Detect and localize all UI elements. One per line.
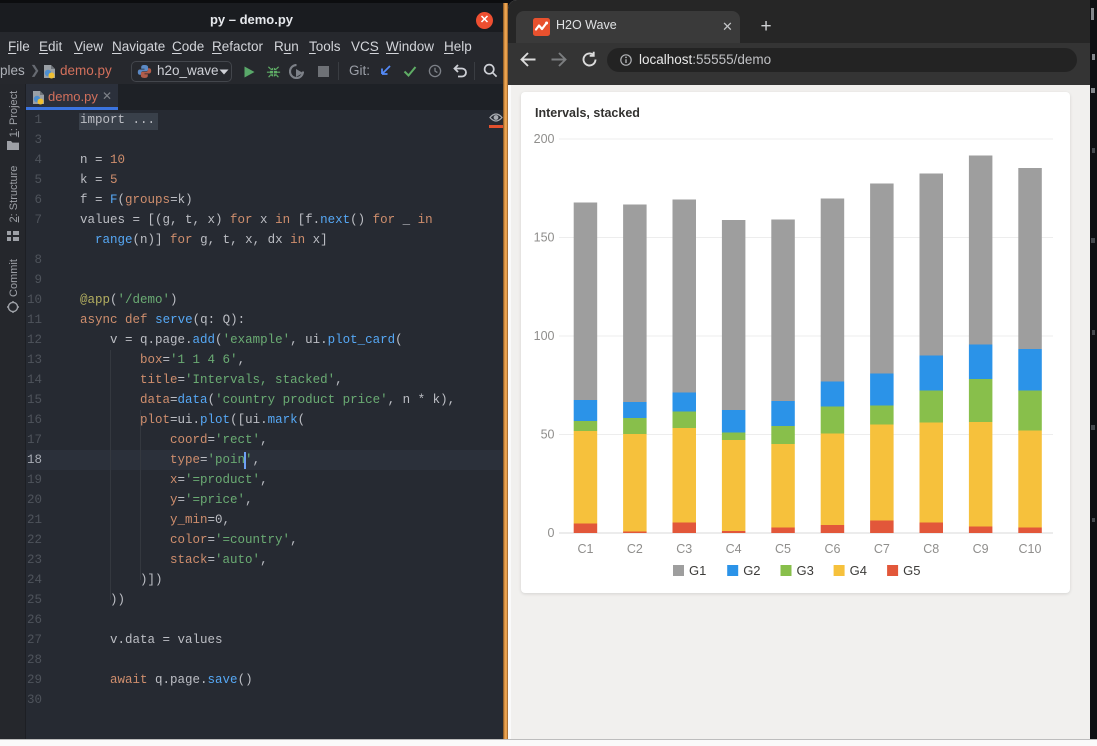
svg-text:C2: C2 <box>627 542 643 556</box>
svg-text:C8: C8 <box>923 542 939 556</box>
svg-text:C9: C9 <box>973 542 989 556</box>
svg-text:G1: G1 <box>689 563 706 578</box>
svg-text:C1: C1 <box>578 542 594 556</box>
svg-text:150: 150 <box>534 231 555 245</box>
svg-text:G3: G3 <box>797 563 814 578</box>
svg-text:C6: C6 <box>825 542 841 556</box>
svg-text:100: 100 <box>534 329 555 343</box>
svg-text:C7: C7 <box>874 542 890 556</box>
svg-text:C3: C3 <box>676 542 692 556</box>
svg-text:G2: G2 <box>743 563 760 578</box>
svg-text:C4: C4 <box>726 542 742 556</box>
svg-text:G4: G4 <box>850 563 867 578</box>
svg-text:C10: C10 <box>1019 542 1042 556</box>
svg-text:50: 50 <box>541 428 555 442</box>
svg-text:G5: G5 <box>903 563 920 578</box>
svg-text:C5: C5 <box>775 542 791 556</box>
svg-text:0: 0 <box>548 526 555 540</box>
svg-text:200: 200 <box>534 132 555 146</box>
